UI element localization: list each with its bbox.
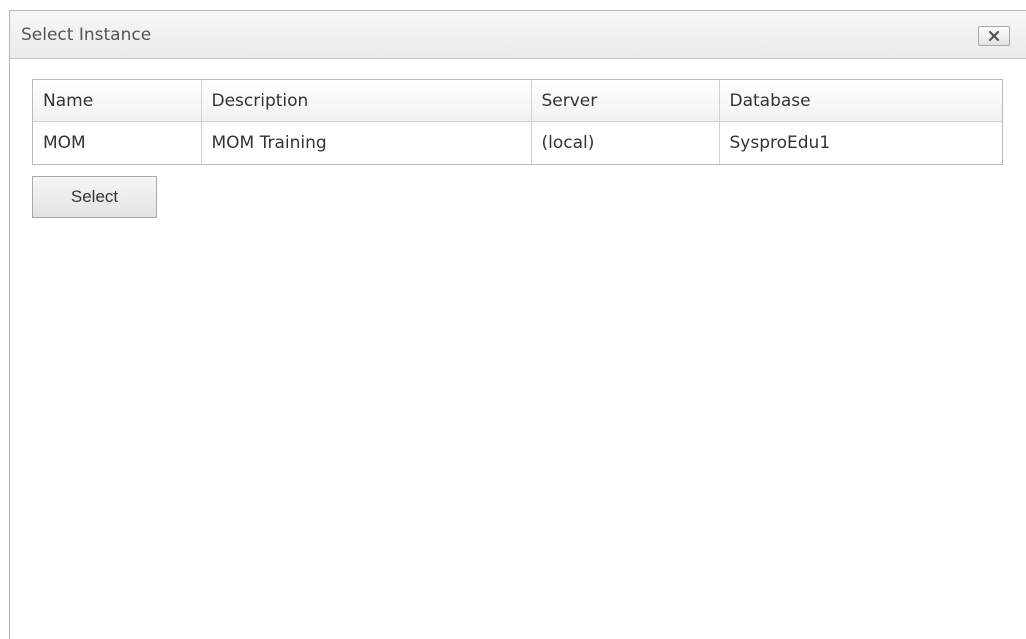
dialog-title: Select Instance [21, 25, 152, 45]
table-header-row: Name Description Server Database [33, 80, 1002, 122]
select-instance-dialog: Select Instance Name Description Server [9, 10, 1026, 639]
dialog-titlebar: Select Instance [10, 11, 1026, 59]
column-header-description[interactable]: Description [201, 80, 532, 122]
select-button[interactable]: Select [32, 176, 157, 218]
instance-grid: Name Description Server Database MOM MOM… [32, 79, 1003, 165]
close-button[interactable] [978, 26, 1010, 46]
cell-server[interactable]: (local) [531, 121, 720, 164]
instance-table: Name Description Server Database MOM MOM… [33, 80, 1002, 164]
cell-name[interactable]: MOM [33, 121, 202, 164]
column-header-server[interactable]: Server [531, 80, 720, 122]
cell-database[interactable]: SysproEdu1 [719, 122, 1002, 165]
table-row[interactable]: MOM MOM Training (local) SysproEdu1 [33, 121, 1002, 165]
cell-description[interactable]: MOM Training [201, 121, 532, 164]
column-header-database[interactable]: Database [719, 80, 1002, 122]
close-icon [988, 31, 1000, 41]
column-header-name[interactable]: Name [33, 80, 202, 122]
